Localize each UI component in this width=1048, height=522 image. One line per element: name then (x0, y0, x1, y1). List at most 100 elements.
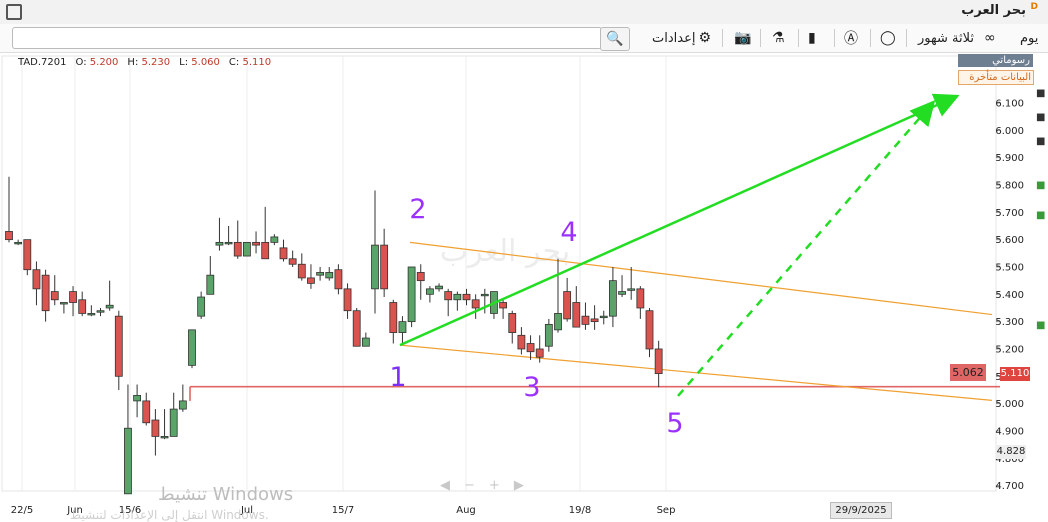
window-restore-icon[interactable] (6, 4, 22, 20)
y-tick-label: 4.900 (995, 426, 1024, 437)
sidebar-tool-icon[interactable]: ■ (1036, 88, 1045, 99)
high-label: H: (127, 57, 139, 68)
zoom-out-icon[interactable]: − (464, 478, 475, 493)
candle-body (41, 274, 50, 312)
crosshair-date-tag: 29/9/2025 (830, 502, 892, 519)
candle-body (197, 296, 206, 317)
right-sidebar: ■ ■ ■ ■ ■ ■ (1034, 60, 1048, 460)
delayed-data-label: البيانات متأخرة (969, 72, 1031, 83)
sidebar-tool-icon[interactable]: ■ (1036, 136, 1045, 147)
link-icon[interactable]: ∞ (984, 28, 996, 48)
trend-arrow (399, 93, 960, 347)
candle-body (5, 231, 13, 241)
candle-body (188, 329, 196, 366)
candle-body (444, 291, 453, 301)
projection-arrow (677, 100, 936, 397)
camera-button[interactable]: 📷 (734, 28, 751, 48)
drawn-line-price-tag: 5.062 (950, 364, 986, 381)
candle-body (425, 288, 434, 295)
candle-body (389, 302, 398, 333)
my-drawings-tag[interactable]: رسوماتي (958, 54, 1033, 67)
candle-body (435, 285, 443, 290)
candle-body (178, 400, 187, 410)
candle-body (352, 310, 361, 347)
x-tick-label: Aug (456, 505, 476, 516)
symbol-label: TAD.7201 (18, 57, 67, 68)
candle-body (60, 302, 68, 305)
sidebar-tool-icon[interactable]: ■ (1036, 320, 1045, 331)
sidebar-tool-icon[interactable]: ■ (1036, 112, 1045, 123)
search-input[interactable] (12, 27, 602, 49)
candle-body (69, 291, 77, 303)
my-drawings-label: رسوماتي (992, 55, 1030, 66)
candle-body (599, 315, 608, 319)
candle-body (361, 337, 370, 347)
candle-body (297, 263, 306, 279)
toolbar-divider (906, 29, 907, 47)
toolbar-divider (722, 29, 723, 47)
scroll-left-icon[interactable]: ◀ (440, 478, 450, 493)
candle-body (471, 299, 480, 309)
candle-body (535, 348, 544, 358)
compare-button[interactable]: ◯ (880, 28, 896, 48)
indicators-button[interactable]: ⚗ (772, 28, 785, 48)
candle-body (618, 291, 626, 295)
channel-lower-line (399, 344, 993, 401)
candle-body (151, 419, 160, 437)
close-value: 5.110 (242, 57, 272, 68)
scroll-right-icon[interactable]: ▶ (514, 478, 524, 493)
app-badge: D (1030, 2, 1038, 12)
candle-body (142, 400, 151, 424)
low-label: L: (179, 57, 189, 68)
candle-body (453, 293, 462, 301)
sliders-icon: ⚗ (772, 30, 785, 46)
candle-body (270, 236, 279, 243)
settings-button[interactable]: إعدادات ⚙ (652, 28, 711, 48)
range-selector[interactable]: ثلاثة شهور (918, 28, 974, 48)
price-chart[interactable]: 22/5 Jun 15/6 Jul 15/7 Aug 19/8 Sep4.7004.8004.… (0, 53, 1048, 520)
candle-body (233, 241, 242, 257)
candle-body (242, 241, 251, 257)
candle-body (407, 266, 416, 323)
candle-body (105, 304, 114, 309)
trend-circle-icon: ◯ (880, 30, 896, 46)
candle-body (462, 293, 471, 301)
alerts-button[interactable]: Ⓐ (844, 28, 858, 48)
toolbar-divider (760, 29, 761, 47)
chart-navigation: ◀ − + ▶ (440, 478, 524, 493)
delayed-data-tag: البيانات متأخرة (958, 70, 1034, 85)
candle-body (252, 241, 260, 246)
chart-type-button[interactable]: ▮ (808, 28, 816, 48)
wave-label: 1 (389, 362, 406, 393)
search-button[interactable]: 🔍 (600, 27, 630, 51)
candle-body (23, 239, 32, 271)
low-value: 5.060 (191, 57, 220, 68)
candle-body (87, 313, 96, 316)
candle-body (654, 348, 663, 374)
candle-body (590, 318, 599, 323)
wave-label: 2 (409, 194, 426, 225)
sidebar-tool-icon[interactable]: ■ (1036, 210, 1045, 221)
settings-label: إعدادات (652, 30, 696, 46)
candle-body (627, 288, 636, 291)
candle-body (508, 313, 517, 333)
candle-body (279, 247, 288, 260)
gear-icon: ⚙ (698, 30, 712, 46)
y-tick-label: 5.000 (995, 399, 1024, 410)
candle-body (380, 244, 389, 290)
sidebar-tool-icon[interactable]: ■ (1036, 180, 1045, 191)
wave-label: 3 (523, 372, 540, 403)
period-selector[interactable]: يوم (1020, 28, 1038, 48)
candle-body (554, 313, 562, 331)
x-tick-label: 22/5 (11, 505, 33, 516)
candle-body (224, 241, 233, 245)
y-tick-label: 6.100 (995, 99, 1024, 110)
candle-body (169, 408, 178, 437)
y-tick-label: 5.500 (995, 262, 1024, 273)
zoom-in-icon[interactable]: + (489, 478, 500, 493)
candles-icon: ▮ (808, 30, 816, 46)
candle-body (96, 310, 105, 313)
candle-body (325, 272, 334, 279)
x-tick-label: Sep (657, 505, 676, 516)
candle-body (499, 302, 508, 309)
